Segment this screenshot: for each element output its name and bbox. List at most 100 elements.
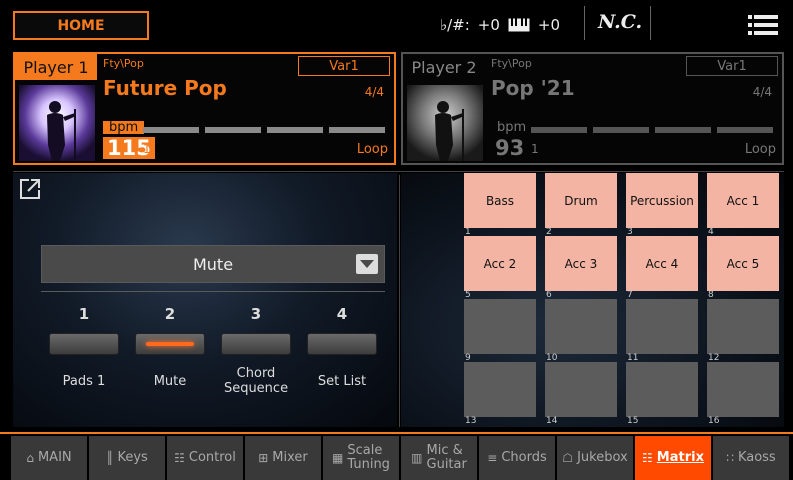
player-1-panel[interactable]: Player 1 Fty\Pop Var1 Future Pop 4/4 bpm… bbox=[13, 52, 396, 165]
matrix-cell[interactable]: Acc 1 bbox=[707, 173, 779, 228]
matrix-cell[interactable]: Percussion bbox=[626, 173, 698, 228]
time-signature: 4/4 bbox=[364, 85, 384, 99]
matrix-cell[interactable]: Acc 2 bbox=[464, 236, 536, 291]
matrix-cell[interactable] bbox=[626, 299, 698, 354]
tab-jukebox[interactable]: ☖ Jukebox bbox=[557, 436, 633, 480]
player-1-label: Player 1 bbox=[15, 54, 97, 80]
tab-label: Mixer bbox=[272, 450, 308, 465]
matrix-cell[interactable] bbox=[545, 299, 617, 354]
pad-button[interactable] bbox=[221, 333, 291, 355]
pad-number: 3 bbox=[250, 305, 262, 323]
tab-label: Scale Tuning bbox=[347, 443, 390, 472]
matrix-cell[interactable] bbox=[707, 362, 779, 417]
jukebox-icon: ☖ bbox=[562, 451, 574, 465]
variation-selector[interactable]: Var1 bbox=[686, 56, 778, 76]
pad-label: Chord Sequence bbox=[223, 366, 289, 396]
tab-label: Matrix bbox=[656, 450, 704, 465]
pad-number: 4 bbox=[336, 305, 348, 323]
control-icon: ☷ bbox=[174, 451, 185, 465]
pad-label: Set List bbox=[317, 373, 367, 389]
chord-display: N.C. bbox=[598, 11, 643, 33]
tab-matrix[interactable]: ☷ Matrix bbox=[635, 436, 711, 480]
matrix-cell[interactable]: Drum bbox=[545, 173, 617, 228]
pad-1: 1 Pads 1 bbox=[41, 293, 127, 403]
time-signature: 4/4 bbox=[752, 85, 772, 99]
tab-label: Keys bbox=[117, 450, 148, 465]
matrix-cell-number: 13 bbox=[465, 416, 477, 426]
measure-counter: 1 bbox=[531, 142, 539, 156]
pad-mode-select[interactable]: Mute bbox=[41, 245, 385, 283]
tab-chords[interactable]: ≡ Chords bbox=[479, 436, 555, 480]
bpm-label: bpm bbox=[103, 121, 145, 134]
transpose-display[interactable]: ♭/#: +0 +0 bbox=[440, 11, 560, 39]
singer-silhouette-icon bbox=[407, 85, 483, 161]
singer-silhouette-icon bbox=[19, 85, 95, 161]
pad-number: 2 bbox=[164, 305, 176, 323]
tab-scale[interactable]: ▦ Scale Tuning bbox=[323, 436, 399, 480]
player-2-label: Player 2 bbox=[411, 57, 477, 77]
matrix-cell[interactable] bbox=[464, 299, 536, 354]
tab-label: Jukebox bbox=[577, 450, 628, 465]
tempo-value[interactable]: 93 bbox=[491, 137, 528, 159]
tab-label: Control bbox=[188, 450, 236, 465]
keyboard-transpose-value: +0 bbox=[537, 16, 561, 34]
matrix-cell[interactable]: Acc 4 bbox=[626, 236, 698, 291]
menu-icon[interactable] bbox=[748, 14, 778, 36]
style-category: Fty\Pop bbox=[491, 57, 532, 70]
matrix-cell-number: 16 bbox=[708, 416, 720, 426]
home-button[interactable]: HOME bbox=[13, 11, 149, 40]
scale-icon: ▦ bbox=[332, 451, 344, 465]
keyboard-icon bbox=[508, 18, 530, 32]
beat-indicator bbox=[143, 127, 385, 133]
style-thumbnail bbox=[19, 85, 95, 161]
tab-keys[interactable]: ║ Keys bbox=[89, 436, 165, 480]
tab-mic[interactable]: ▥ Mic & Guitar bbox=[401, 436, 477, 480]
chords-icon: ≡ bbox=[487, 451, 498, 465]
matrix-cell-number: 15 bbox=[627, 416, 639, 426]
pad-button[interactable] bbox=[49, 333, 119, 355]
matrix-cell[interactable] bbox=[626, 362, 698, 417]
transpose-value: +0 bbox=[477, 16, 500, 34]
matrix-cell-number: 14 bbox=[546, 416, 558, 426]
pad-number: 1 bbox=[78, 305, 90, 323]
tab-control[interactable]: ☷ Control bbox=[167, 436, 243, 480]
pad-label: Mute bbox=[153, 373, 187, 389]
pad-panel: Mute 1 Pads 1 2 Mute 3 Chord Sequence 4 Set Lis… bbox=[13, 173, 397, 427]
matrix-cell[interactable]: Acc 3 bbox=[545, 236, 617, 291]
player-2-panel[interactable]: Player 2 Fty\Pop Var1 Pop '21 4/4 bpm 93… bbox=[401, 52, 784, 165]
style-name[interactable]: Pop '21 bbox=[491, 76, 575, 100]
measure-counter: 1 bbox=[143, 142, 151, 156]
pad-button[interactable] bbox=[135, 333, 205, 355]
variation-selector[interactable]: Var1 bbox=[298, 56, 390, 76]
tab-kaoss[interactable]: ∷ Kaoss bbox=[713, 436, 789, 480]
style-category: Fty\Pop bbox=[103, 57, 144, 70]
kaoss-icon: ∷ bbox=[726, 451, 734, 465]
matrix-cell[interactable] bbox=[707, 299, 779, 354]
style-name[interactable]: Future Pop bbox=[103, 76, 227, 100]
pad-3: 3 Chord Sequence bbox=[213, 293, 299, 403]
bpm-label: bpm bbox=[497, 120, 527, 135]
matrix-icon: ☷ bbox=[642, 451, 653, 465]
matrix-cell[interactable]: Acc 5 bbox=[707, 236, 779, 291]
divider bbox=[650, 6, 651, 40]
matrix-cell[interactable]: Bass bbox=[464, 173, 536, 228]
keys-icon: ║ bbox=[106, 451, 114, 465]
tab-label: Chords bbox=[501, 450, 547, 465]
mixer-icon: ⊞ bbox=[258, 451, 269, 465]
expand-icon[interactable] bbox=[19, 178, 41, 200]
tab-mixer[interactable]: ⊞ Mixer bbox=[245, 436, 321, 480]
tab-label: Mic & Guitar bbox=[426, 443, 467, 472]
style-thumbnail bbox=[407, 85, 483, 161]
pad-label: Pads 1 bbox=[62, 373, 106, 389]
matrix-cell[interactable] bbox=[545, 362, 617, 417]
chevron-down-icon[interactable] bbox=[356, 254, 378, 274]
tab-label: Kaoss bbox=[737, 450, 776, 465]
home-icon: ⌂ bbox=[26, 451, 34, 465]
tab-main[interactable]: ⌂ MAIN bbox=[11, 436, 87, 480]
tab-label: MAIN bbox=[37, 450, 72, 465]
play-mode: Loop bbox=[356, 142, 388, 157]
pad-4: 4 Set List bbox=[299, 293, 385, 403]
pad-button[interactable] bbox=[307, 333, 377, 355]
matrix-cell[interactable] bbox=[464, 362, 536, 417]
beat-indicator bbox=[531, 127, 773, 133]
